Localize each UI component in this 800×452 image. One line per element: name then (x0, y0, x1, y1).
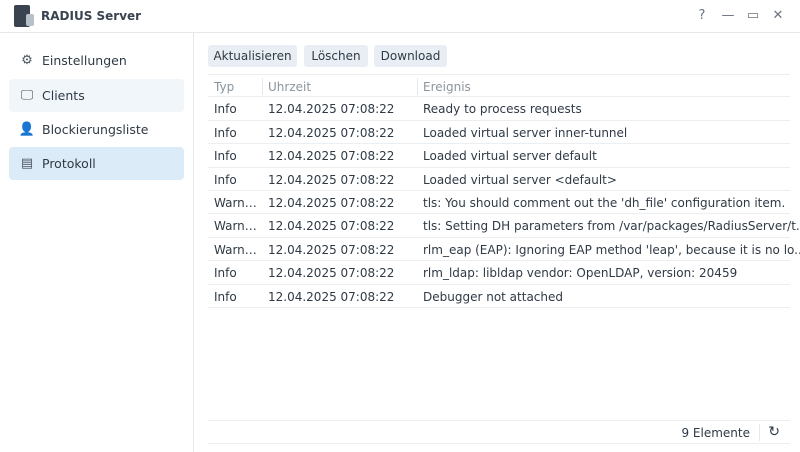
cell-uhrzeit: 12.04.2025 07:08:22 (268, 219, 395, 234)
clear-button[interactable]: Löschen (304, 45, 368, 67)
cell-typ: Info (214, 149, 237, 164)
refresh-icon[interactable]: ↻ (768, 424, 780, 440)
window-title: RADIUS Server (41, 9, 142, 23)
cell-ereignis: tls: Setting DH parameters from /var/pac… (423, 219, 800, 234)
minimize-icon[interactable]: — (720, 8, 736, 23)
table-row[interactable]: Info 12.04.2025 07:08:22 Loaded virtual se… (208, 144, 790, 168)
cell-uhrzeit: 12.04.2025 07:08:22 (268, 195, 395, 210)
sidebar-item-label: Protokoll (42, 156, 96, 171)
user-block-icon: 👤 (18, 122, 36, 137)
title-bar: RADIUS Server ? — ▭ ✕ (0, 0, 800, 33)
table-footer: 9 Elemente ↻ (208, 420, 790, 444)
refresh-button[interactable]: Aktualisieren (208, 45, 297, 67)
sidebar-item-protokoll[interactable]: ▤ Protokoll (9, 147, 184, 180)
sidebar: ⚙ Einstellungen 🖵 Clients 👤 Blockierungs… (0, 33, 194, 452)
log-icon: ▤ (20, 156, 34, 171)
table-row[interactable]: Info 12.04.2025 07:08:22 Debugger not atta… (208, 285, 790, 308)
cell-uhrzeit: 12.04.2025 07:08:22 (268, 125, 395, 140)
item-count: 9 Elemente (681, 426, 750, 440)
cell-uhrzeit: 12.04.2025 07:08:22 (268, 149, 395, 164)
column-header-ereignis[interactable]: Ereignis (423, 80, 471, 94)
cell-typ: Info (214, 125, 237, 140)
sidebar-item-einstellungen[interactable]: ⚙ Einstellungen (9, 44, 184, 77)
table-row[interactable]: Info 12.04.2025 07:08:22 Loaded virtual se… (208, 168, 790, 191)
radius-server-app-icon (14, 5, 34, 27)
cell-uhrzeit: 12.04.2025 07:08:22 (268, 266, 395, 281)
sidebar-item-clients[interactable]: 🖵 Clients (9, 79, 184, 112)
cell-typ: Info (214, 266, 237, 281)
sidebar-item-label: Blockierungsliste (42, 122, 149, 137)
cell-uhrzeit: 12.04.2025 07:08:22 (268, 242, 395, 257)
table-row[interactable]: Info 12.04.2025 07:08:22 Loaded virtual se… (208, 121, 790, 145)
cell-ereignis: tls: You should comment out the 'dh_file… (423, 195, 786, 210)
cell-typ: Warni... (214, 219, 258, 234)
log-table: Typ Uhrzeit Ereignis Info 12.04.2025 07:0… (208, 74, 800, 308)
sidebar-item-blockierungsliste[interactable]: 👤 Blockierungsliste (9, 113, 184, 146)
close-icon[interactable]: ✕ (770, 8, 786, 23)
cell-ereignis: Loaded virtual server default (423, 149, 597, 164)
column-header-typ[interactable]: Typ (214, 80, 258, 94)
gear-icon: ⚙ (21, 53, 33, 68)
table-row[interactable]: Warni... 12.04.2025 07:08:22 tls: Setting … (208, 214, 800, 238)
sidebar-item-label: Clients (42, 88, 85, 103)
cell-ereignis: Ready to process requests (423, 102, 582, 117)
table-header: Typ Uhrzeit Ereignis (208, 74, 790, 98)
cell-typ: Info (214, 172, 237, 187)
cell-typ: Info (214, 289, 237, 304)
cell-typ: Warni... (214, 242, 258, 257)
table-row[interactable]: Info 12.04.2025 07:08:22 rlm_ldap: libldap… (208, 261, 790, 285)
table-row[interactable]: Warni... 12.04.2025 07:08:22 tls: You shou… (208, 191, 790, 215)
monitor-icon: 🖵 (20, 88, 34, 103)
cell-typ: Warni... (214, 195, 258, 210)
table-row[interactable]: Info 12.04.2025 07:08:22 Ready to process … (208, 97, 790, 121)
cell-ereignis: rlm_ldap: libldap vendor: OpenLDAP, vers… (423, 266, 738, 281)
table-row[interactable]: Warni... 12.04.2025 07:08:22 rlm_eap (EAP)… (208, 238, 800, 262)
cell-uhrzeit: 12.04.2025 07:08:22 (268, 289, 395, 304)
cell-ereignis: Debugger not attached (423, 289, 563, 304)
column-header-uhrzeit[interactable]: Uhrzeit (268, 80, 311, 94)
cell-ereignis: Loaded virtual server inner-tunnel (423, 125, 628, 140)
help-icon[interactable]: ? (694, 8, 710, 23)
cell-uhrzeit: 12.04.2025 07:08:22 (268, 172, 395, 187)
sidebar-item-label: Einstellungen (42, 53, 127, 68)
cell-typ: Info (214, 102, 237, 117)
cell-ereignis: Loaded virtual server <default> (423, 172, 617, 187)
cell-uhrzeit: 12.04.2025 07:08:22 (268, 102, 395, 117)
maximize-icon[interactable]: ▭ (745, 8, 761, 23)
download-button[interactable]: Download (374, 45, 447, 67)
cell-ereignis: rlm_eap (EAP): Ignoring EAP method 'leap… (423, 242, 800, 257)
